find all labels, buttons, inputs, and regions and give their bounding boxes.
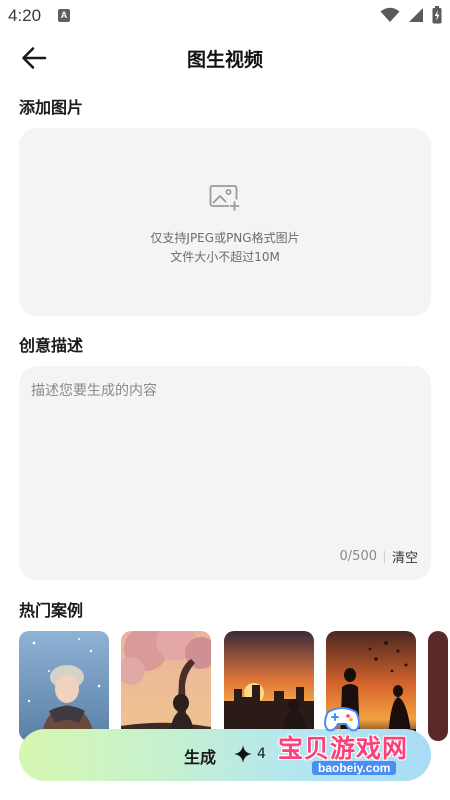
case-thumbnail <box>224 631 314 741</box>
footer-divider <box>383 550 385 563</box>
generate-label: 生成 <box>184 748 217 767</box>
signal-icon <box>409 8 423 22</box>
wifi-icon <box>380 7 400 22</box>
upload-size-hint: 文件大小不超过10M <box>170 250 280 264</box>
case-thumbnail <box>326 631 416 741</box>
case-thumbnail <box>19 631 109 741</box>
generate-cost: 4 <box>257 746 266 762</box>
status-time: 4:20 <box>8 6 42 25</box>
battery-icon <box>432 6 442 24</box>
notification-icon: A <box>58 9 70 22</box>
section-title-cases: 热门案例 <box>19 601 84 620</box>
case-card-cherry-blossom[interactable] <box>121 631 211 741</box>
upload-format-hint: 仅支持JPEG或PNG格式图片 <box>150 231 300 245</box>
generate-button[interactable]: 生成 4 <box>19 729 431 781</box>
sparkle-icon <box>234 745 252 763</box>
case-carousel[interactable] <box>19 631 450 741</box>
char-count: 0/500 <box>339 549 377 564</box>
description-footer: 0/500 清空 <box>340 547 418 566</box>
status-icons <box>380 6 442 24</box>
status-bar: 4:20 A <box>0 0 450 32</box>
image-upload-area[interactable]: 仅支持JPEG或PNG格式图片 文件大小不超过10M <box>19 128 431 316</box>
clear-button[interactable]: 清空 <box>392 547 418 566</box>
case-card-partial[interactable] <box>428 631 448 741</box>
section-title-description: 创意描述 <box>19 336 84 355</box>
app-bar: 图生视频 <box>0 36 450 80</box>
description-box: 0/500 清空 <box>19 366 431 580</box>
page-title: 图生视频 <box>186 49 263 71</box>
case-card-city-sunset[interactable] <box>224 631 314 741</box>
case-card-winter-girl[interactable] <box>19 631 109 741</box>
case-card-sunset-couple[interactable] <box>326 631 416 741</box>
case-thumbnail <box>121 631 211 741</box>
description-input[interactable] <box>31 380 419 540</box>
add-image-icon <box>209 185 240 211</box>
section-title-add-image: 添加图片 <box>19 98 84 117</box>
